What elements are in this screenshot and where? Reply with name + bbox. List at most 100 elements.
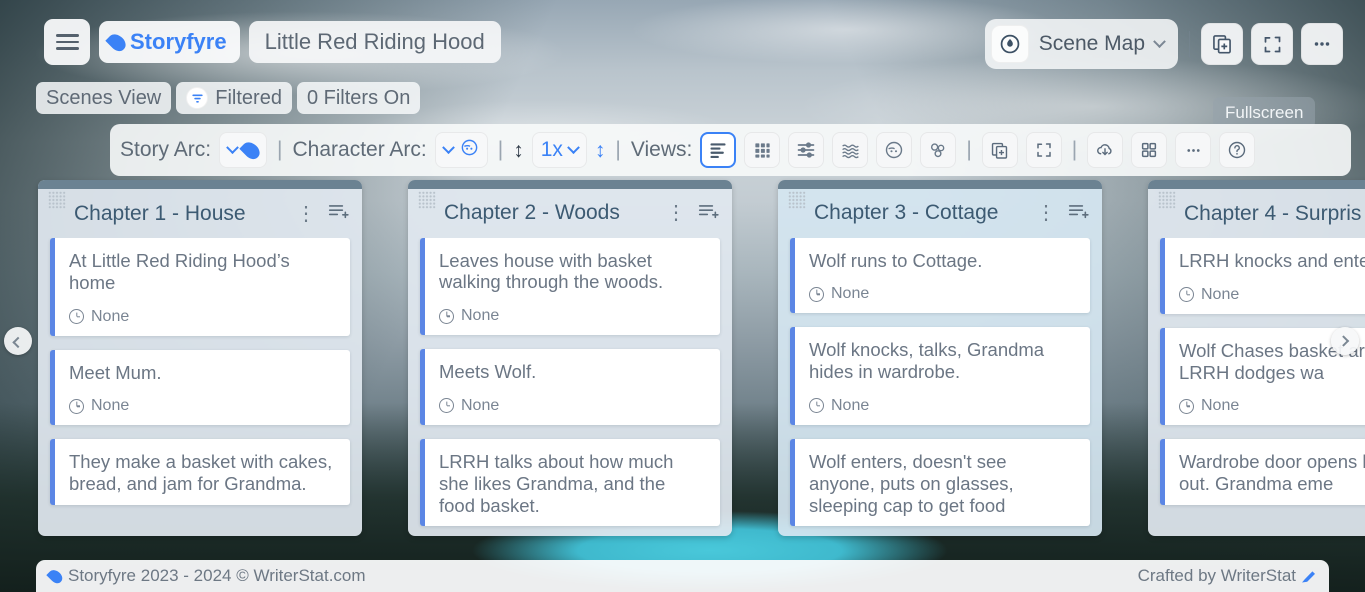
scene-card[interactable]: They make a basket with cakes, bread, an… (50, 439, 350, 505)
width-resize-icon[interactable]: ↕ (595, 140, 606, 161)
view-button-cluster[interactable] (920, 132, 956, 168)
divider: | (496, 138, 505, 162)
board-scroll-left-button[interactable] (4, 327, 32, 355)
page-footer: Storyfyre 2023 - 2024 © WriterStat.com C… (36, 560, 1329, 592)
pen-icon (1302, 570, 1315, 583)
chevron-down-icon (1153, 35, 1166, 48)
scene-card-text: Meet Mum. (69, 362, 336, 384)
flame-icon (239, 138, 262, 161)
column-title: Chapter 2 - Woods (444, 201, 658, 225)
divider (1189, 31, 1190, 57)
view-button-sliders[interactable] (788, 132, 824, 168)
scene-card[interactable]: Leaves house with basket walking through… (420, 238, 720, 336)
clock-icon (69, 399, 84, 414)
footer-copyright-text: Storyfyre 2023 - 2024 © WriterStat.com (68, 566, 366, 586)
kebab-menu-icon[interactable]: ⋮ (296, 208, 316, 220)
vertical-resize-icon[interactable]: ↕ (513, 140, 524, 161)
character-arc-selector[interactable] (435, 132, 488, 168)
fullscreen-button[interactable] (1251, 23, 1293, 65)
apps-grid-button[interactable] (1131, 132, 1167, 168)
view-button-waves[interactable] (832, 132, 868, 168)
fullscreen-button[interactable] (1026, 132, 1062, 168)
filtered-chip[interactable]: Filtered (176, 82, 292, 114)
scene-card-text: Wolf knocks, talks, Grandma hides in war… (809, 339, 1076, 383)
divider: | (1070, 138, 1079, 162)
column-top-bar (408, 180, 732, 189)
chevron-down-icon (442, 141, 455, 154)
scene-card[interactable]: Meet Mum. None (50, 350, 350, 426)
zoom-selector[interactable]: 1x (532, 132, 587, 168)
clock-icon (809, 398, 824, 413)
column-actions: ⋮ (296, 201, 350, 226)
view-button-list[interactable] (700, 132, 736, 168)
column-header: Chapter 2 - Woods ⋮ (408, 189, 732, 238)
footer-credit[interactable]: Crafted by WriterStat (1138, 566, 1315, 586)
duplicate-button[interactable] (982, 132, 1018, 168)
scene-card-text: They make a basket with cakes, bread, an… (69, 451, 336, 495)
column-title: Chapter 4 - Surpris (1184, 202, 1365, 226)
column-title: Chapter 3 - Cottage (814, 201, 1028, 225)
scene-card-meta-text: None (91, 397, 129, 415)
scene-card-meta: None (809, 285, 1076, 303)
drag-grip-icon[interactable] (48, 191, 66, 209)
filters-count-label: 0 Filters On (307, 87, 410, 110)
character-arc-label: Character Arc: (293, 138, 427, 162)
board-column[interactable]: Chapter 1 - House ⋮ At Little Red Riding H… (38, 180, 362, 536)
scene-card[interactable]: At Little Red Riding Hood’s homeNone (50, 238, 350, 336)
drag-grip-icon[interactable] (418, 191, 436, 209)
top-toolbar-left: Storyfyre Little Red Riding Hood (44, 19, 501, 65)
more-options-button[interactable] (1301, 23, 1343, 65)
story-arc-label: Story Arc: (120, 138, 211, 162)
scene-card[interactable]: Meets Wolf.None (420, 349, 720, 425)
scene-card[interactable]: Wolf runs to Cottage.None (790, 238, 1090, 314)
scene-card-meta: None (439, 307, 706, 325)
scene-map-selector[interactable]: Scene Map (985, 19, 1178, 69)
column-cards: Wolf runs to Cottage.None Wolf knocks, ta… (778, 238, 1102, 537)
divider: | (275, 138, 284, 162)
add-scene-icon[interactable] (698, 201, 720, 226)
add-scene-icon[interactable] (1068, 201, 1090, 226)
column-top-bar (1148, 180, 1365, 189)
column-cards: Leaves house with basket walking through… (408, 238, 732, 537)
column-title: Chapter 1 - House (74, 202, 288, 226)
hamburger-icon (56, 30, 79, 53)
board-column[interactable]: Chapter 3 - Cottage ⋮ Wolf runs to Cottage… (778, 180, 1102, 536)
filters-count-chip[interactable]: 0 Filters On (297, 82, 420, 114)
scene-card[interactable]: LRRH knocks and enter to wolf.None (1160, 238, 1365, 314)
view-button-mask[interactable] (876, 132, 912, 168)
scenes-view-chip[interactable]: Scenes View (36, 82, 171, 114)
help-button[interactable] (1219, 132, 1255, 168)
hamburger-menu-button[interactable] (44, 19, 90, 65)
board-column[interactable]: Chapter 4 - Surpris⋮LRRH knocks and ente… (1148, 180, 1365, 536)
kebab-menu-icon[interactable]: ⋮ (1036, 207, 1056, 219)
drag-grip-icon[interactable] (1158, 191, 1176, 209)
column-header: Chapter 4 - Surpris⋮ (1148, 189, 1365, 238)
brand-button[interactable]: Storyfyre (99, 21, 240, 63)
board-scroll-right-button[interactable] (1331, 327, 1359, 355)
footer-credit-text: Crafted by WriterStat (1138, 566, 1296, 586)
scene-card[interactable]: LRRH talks about how much she likes Gran… (420, 439, 720, 526)
divider: | (613, 138, 622, 162)
mask-icon (460, 138, 479, 163)
story-arc-selector[interactable] (219, 132, 267, 168)
add-scene-icon[interactable] (328, 201, 350, 226)
scene-card-text: Leaves house with basket walking through… (439, 250, 706, 294)
duplicate-button[interactable] (1201, 23, 1243, 65)
board-column[interactable]: Chapter 2 - Woods ⋮ Leaves house with bask… (408, 180, 732, 536)
scene-card[interactable]: Wolf knocks, talks, Grandma hides in war… (790, 327, 1090, 425)
story-title-field[interactable]: Little Red Riding Hood (249, 21, 501, 63)
drag-grip-icon[interactable] (788, 191, 806, 209)
flame-icon (105, 30, 128, 53)
scene-board[interactable]: Chapter 1 - House ⋮ At Little Red Riding H… (38, 180, 1365, 536)
brand-label: Storyfyre (130, 29, 227, 55)
kebab-menu-icon[interactable]: ⋮ (666, 207, 686, 219)
view-button-grid[interactable] (744, 132, 780, 168)
flame-circle-icon (991, 25, 1029, 63)
scene-card[interactable]: Wolf enters, doesn't see anyone, puts on… (790, 439, 1090, 526)
scene-card-text: Wolf enters, doesn't see anyone, puts on… (809, 451, 1076, 516)
scene-card-meta: None (439, 397, 706, 415)
scene-card[interactable]: Wardrobe door opens k Wolf out. Grandma … (1160, 439, 1365, 505)
cloud-download-button[interactable] (1087, 132, 1123, 168)
views-label: Views: (631, 138, 692, 162)
more-options-button[interactable] (1175, 132, 1211, 168)
